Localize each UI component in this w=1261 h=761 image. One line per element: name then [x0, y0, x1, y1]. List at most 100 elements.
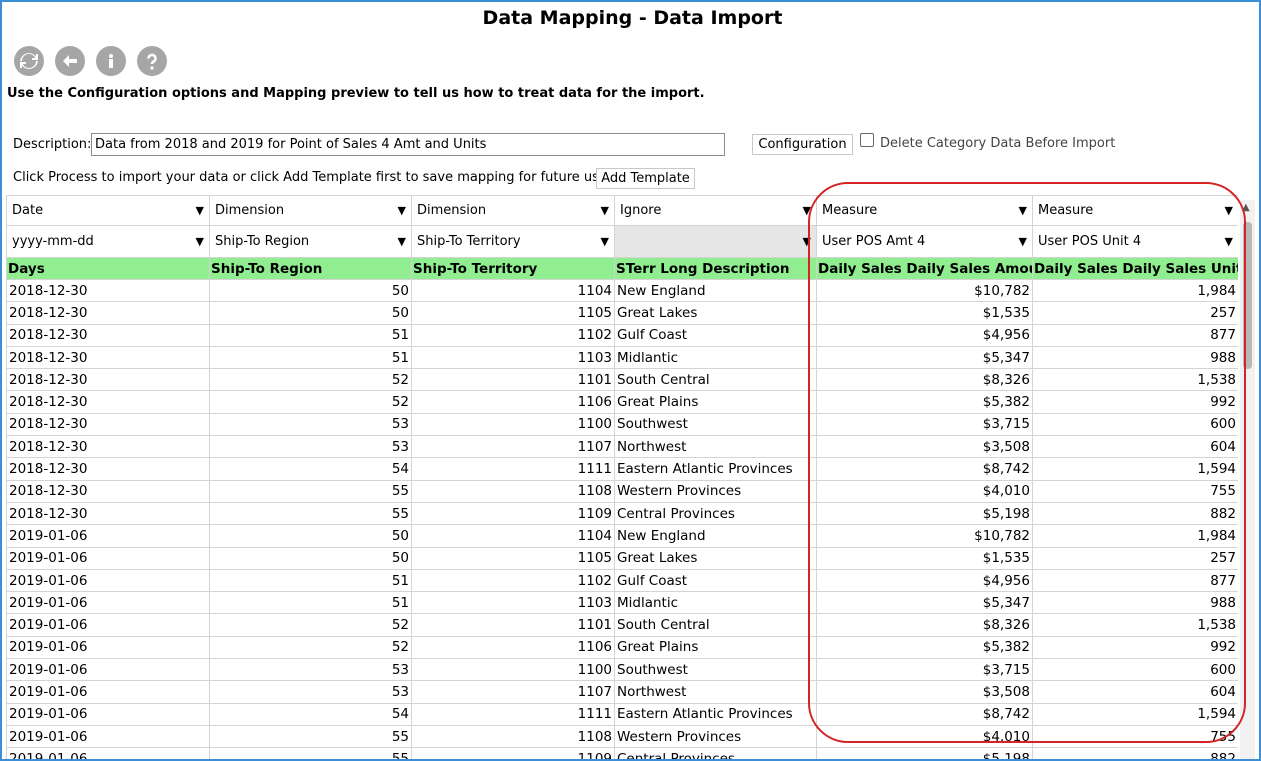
table-cell: Gulf Coast	[614, 323, 817, 347]
table-cell: 1100	[411, 412, 615, 437]
table-cell: 2018-12-30	[6, 278, 210, 303]
table-cell: 882	[1032, 501, 1238, 526]
table-cell: 1109	[411, 501, 615, 526]
column-subtype-select[interactable]: Ship-To Region ▼	[209, 225, 412, 258]
dropdown-arrow-icon: ▼	[1018, 235, 1027, 248]
table-cell: Eastern Atlantic Provinces	[614, 702, 817, 726]
table-cell: 604	[1032, 680, 1238, 704]
column-type-select[interactable]: Ignore ▼	[614, 195, 817, 226]
table-row: 2019-01-06 52 1101 South Central $8,326 1,538	[6, 613, 1238, 637]
table-cell: 55	[209, 479, 412, 503]
table-cell: $1,535	[816, 546, 1033, 570]
table-cell: 50	[209, 546, 412, 570]
table-cell: Southwest	[614, 658, 817, 682]
window-frame: Data Mapping - Data Import Use the Confi…	[0, 0, 1261, 761]
add-template-button[interactable]: Add Template	[596, 168, 695, 189]
table-cell: 55	[209, 724, 412, 749]
scroll-thumb[interactable]	[1243, 222, 1252, 369]
column-type-select[interactable]: Date ▼	[6, 195, 210, 226]
table-cell: 1108	[411, 479, 615, 503]
description-input[interactable]	[91, 133, 725, 156]
process-instructions: Click Process to import your data or cli…	[13, 170, 612, 185]
configuration-button[interactable]: Configuration	[752, 134, 853, 155]
table-cell: 1101	[411, 368, 615, 392]
table-cell: 2019-01-06	[6, 658, 210, 682]
table-cell: $5,198	[816, 747, 1033, 759]
table-cell: 2019-01-06	[6, 724, 210, 749]
table-cell: $5,347	[816, 591, 1033, 615]
table-cell: Great Lakes	[614, 546, 817, 570]
table-cell: 1103	[411, 591, 615, 615]
table-cell: 2018-12-30	[6, 390, 210, 414]
table-cell: Great Lakes	[614, 301, 817, 325]
table-cell: 257	[1032, 301, 1238, 325]
table-cell: 257	[1032, 546, 1238, 570]
scroll-up-icon[interactable]: ▲	[1242, 202, 1250, 213]
table-cell: 992	[1032, 390, 1238, 414]
column-subtype-select[interactable]: yyyy-mm-dd ▼	[6, 225, 210, 258]
vertical-scrollbar[interactable]: ▲	[1240, 200, 1255, 759]
table-cell: Central Provinces	[614, 747, 817, 759]
column-subtype-select[interactable]: Ship-To Territory ▼	[411, 225, 615, 258]
table-cell: Northwest	[614, 435, 817, 459]
table-cell: 2019-01-06	[6, 680, 210, 704]
table-cell: 988	[1032, 345, 1238, 370]
table-cell: Western Provinces	[614, 479, 817, 503]
help-icon[interactable]	[137, 46, 167, 76]
table-cell: 50	[209, 301, 412, 325]
table-cell: 1105	[411, 301, 615, 325]
table-cell: $3,508	[816, 435, 1033, 459]
table-row: 2019-01-06 50 1104 New England $10,782 1,984	[6, 524, 1238, 548]
table-cell: 1,594	[1032, 457, 1238, 481]
info-icon[interactable]	[96, 46, 126, 76]
table-row: 2018-12-30 51 1102 Gulf Coast $4,956 877	[6, 323, 1238, 347]
table-cell: 2018-12-30	[6, 323, 210, 347]
column-type-select[interactable]: Measure ▼	[1032, 195, 1238, 226]
refresh-icon[interactable]	[14, 46, 44, 76]
table-cell: 52	[209, 390, 412, 414]
table-row: 2019-01-06 53 1100 Southwest $3,715 600	[6, 658, 1238, 682]
table-cell: 2019-01-06	[6, 591, 210, 615]
column-header: STerr Long Description	[614, 257, 817, 280]
table-cell: 54	[209, 702, 412, 726]
column-header: Daily Sales Daily Sales Amount	[816, 257, 1033, 280]
table-cell: 2019-01-06	[6, 635, 210, 660]
column-subtype-select[interactable]: User POS Amt 4 ▼	[816, 225, 1033, 258]
table-cell: $4,956	[816, 568, 1033, 593]
dropdown-arrow-icon: ▼	[1224, 204, 1233, 217]
table-cell: 54	[209, 457, 412, 481]
table-row: 2018-12-30 55 1108 Western Provinces $4,010 7…	[6, 479, 1238, 503]
column-subtype-select[interactable]: User POS Unit 4 ▼	[1032, 225, 1238, 258]
column-type-select[interactable]: Dimension ▼	[209, 195, 412, 226]
table-cell: 600	[1032, 658, 1238, 682]
table-row: 2018-12-30 52 1106 Great Plains $5,382 992	[6, 390, 1238, 414]
table-row: 2018-12-30 53 1100 Southwest $3,715 600	[6, 412, 1238, 437]
table-cell: 1109	[411, 747, 615, 759]
table-cell: Northwest	[614, 680, 817, 704]
table-cell: 51	[209, 345, 412, 370]
column-header: Days	[6, 257, 210, 280]
table-cell: 1103	[411, 345, 615, 370]
table-cell: 755	[1032, 479, 1238, 503]
table-row: 2018-12-30 55 1109 Central Provinces $5,198 8…	[6, 501, 1238, 526]
column-subtype-select[interactable]: ▼	[614, 225, 817, 258]
table-cell: 1107	[411, 680, 615, 704]
column-type-select[interactable]: Measure ▼	[816, 195, 1033, 226]
table-cell: 51	[209, 568, 412, 593]
table-cell: 52	[209, 635, 412, 660]
table-cell: New England	[614, 524, 817, 548]
table-cell: 1,984	[1032, 278, 1238, 303]
back-icon[interactable]	[55, 46, 85, 76]
table-row: 2018-12-30 50 1105 Great Lakes $1,535 257	[6, 301, 1238, 325]
page-title: Data Mapping - Data Import	[482, 7, 783, 29]
table-cell: $3,715	[816, 412, 1033, 437]
delete-category-checkbox[interactable]	[860, 133, 874, 147]
description-label: Description:	[13, 136, 92, 152]
table-cell: $8,742	[816, 702, 1033, 726]
table-row: 2019-01-06 50 1105 Great Lakes $1,535 257	[6, 546, 1238, 570]
column-type-select[interactable]: Dimension ▼	[411, 195, 615, 226]
table-cell: South Central	[614, 368, 817, 392]
table-row: 2019-01-06 52 1106 Great Plains $5,382 992	[6, 635, 1238, 660]
dropdown-arrow-icon: ▼	[600, 235, 609, 248]
table-cell: 877	[1032, 568, 1238, 593]
